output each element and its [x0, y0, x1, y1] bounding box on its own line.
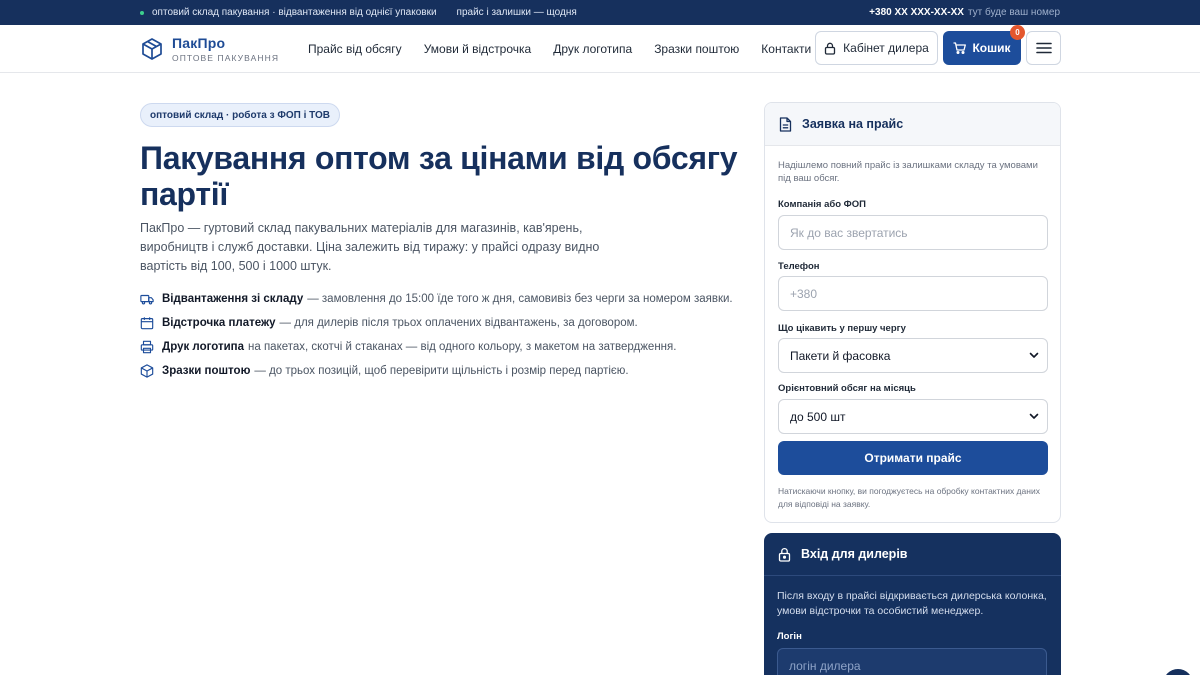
hero-badge: оптовий склад · робота з ФОП і ТОВ [140, 103, 341, 127]
dealer-login-title: Вхід для дилерів [801, 547, 908, 561]
feature-shipping: Відвантаження зі складу — замовлення до … [140, 287, 740, 311]
brand-tagline: ОПТОВЕ ПАКУВАННЯ [172, 53, 280, 63]
nav-samples[interactable]: Зразки поштою [654, 42, 739, 56]
price-request-card: Заявка на прайс Надішлемо повний прайс і… [764, 102, 1061, 523]
status-dot-icon [140, 10, 144, 15]
document-icon [779, 116, 792, 132]
lock-icon [825, 42, 836, 55]
top-info-left: оптовий склад пакування · відвантаження … [140, 0, 577, 25]
lock-icon [778, 547, 791, 562]
price-request-note: Надішлемо повний прайс із залишками скла… [778, 160, 1038, 184]
calendar-icon [140, 317, 154, 330]
feature-text: — замовлення до 15:00 їде того ж дня, са… [307, 293, 733, 305]
dealer-login-card: Вхід для дилерів Після входу в прайсі ві… [764, 533, 1061, 675]
company-placeholder: Як до вас звертатись [790, 225, 908, 240]
nav-price[interactable]: Прайс від обсягу [308, 42, 402, 56]
interest-label: Що цікавить у першу чергу [778, 323, 906, 334]
top-info-stock: прайс і залишки — щодня [456, 7, 577, 18]
consent-note: Натискаючи кнопку, ви погоджуєтесь на об… [778, 486, 1040, 509]
volume-select[interactable]: до 500 шт [778, 399, 1048, 434]
nav-contacts[interactable]: Контакти [761, 42, 811, 56]
price-request-title: Заявка на прайс [802, 117, 904, 131]
feature-title: Зразки поштою [162, 365, 251, 377]
company-label: Компанія або ФОП [778, 199, 867, 210]
chevron-down-icon [1029, 413, 1039, 419]
cart-count-badge: 0 [1010, 25, 1025, 40]
cart-icon [953, 42, 967, 54]
truck-icon [140, 294, 154, 305]
site-header: ПакПро ОПТОВЕ ПАКУВАННЯ Прайс від обсягу… [0, 25, 1200, 73]
feature-text: — для дилерів після трьох оплачених відв… [279, 317, 638, 329]
phone-placeholder: +380 [790, 286, 818, 301]
volume-label: Орієнтовний обсяг на місяць [778, 383, 916, 394]
top-info-bar: оптовий склад пакування · відвантаження … [0, 0, 1200, 25]
top-info-text: оптовий склад пакування · відвантаження … [152, 7, 437, 18]
feature-title: Друк логотипа [162, 341, 245, 353]
feature-title: Відстрочка платежу [162, 317, 276, 329]
cart-button[interactable]: Кошик 0 [943, 25, 1025, 65]
cube-icon [140, 364, 154, 378]
phone-number[interactable]: +380 XX XXX-XX-XX [869, 7, 964, 18]
feature-text: на пакетах, скотчі й стаканах — від одно… [248, 341, 677, 353]
feature-logo-print: Друк логотипа на пакетах, скотчі й стака… [140, 335, 740, 359]
floating-chat-button[interactable] [1163, 669, 1193, 675]
price-request-header: Заявка на прайс [765, 103, 1060, 146]
top-contact: +380 XX XXX-XX-XX тут буде ваш номер [869, 0, 1060, 25]
login-label: Логін [777, 631, 802, 642]
phone-input[interactable]: +380 [778, 276, 1048, 311]
nav-logo-print[interactable]: Друк логотипа [553, 42, 632, 56]
hero-intro: ПакПро — гуртовий склад пакувальних мате… [140, 221, 600, 273]
interest-value: Пакети й фасовка [790, 348, 891, 363]
feature-list: Відвантаження зі складу — замовлення до … [140, 287, 740, 383]
feature-title: Відвантаження зі складу [162, 293, 304, 305]
chevron-down-icon [1029, 352, 1039, 358]
page-title: Пакування оптом за цінами від обсягу пар… [140, 140, 738, 212]
dealer-cabinet-label: Кабінет дилера [843, 41, 929, 55]
menu-button[interactable] [1026, 31, 1061, 65]
phone-note: тут буде ваш номер [967, 7, 1060, 18]
brand-logo[interactable]: ПакПро ОПТОВЕ ПАКУВАННЯ [140, 35, 279, 63]
cart-label: Кошик [972, 41, 1011, 55]
login-placeholder: логін дилера [789, 658, 861, 673]
feature-deferral: Відстрочка платежу — для дилерів після т… [140, 311, 740, 335]
login-input[interactable]: логін дилера [777, 648, 1047, 675]
dealer-login-header: Вхід для дилерів [764, 533, 1061, 576]
phone-label: Телефон [778, 261, 820, 272]
hamburger-icon [1035, 42, 1052, 54]
volume-value: до 500 шт [790, 409, 846, 424]
feature-text: — до трьох позицій, щоб перевірити щільн… [254, 365, 629, 377]
dealer-cabinet-button[interactable]: Кабінет дилера [815, 31, 938, 65]
company-input[interactable]: Як до вас звертатись [778, 215, 1048, 250]
box-logo-icon [142, 38, 162, 60]
dealer-login-note: Після входу в прайсі відкривається дилер… [777, 590, 1047, 617]
interest-select[interactable]: Пакети й фасовка [778, 338, 1048, 373]
nav-terms[interactable]: Умови й відстрочка [424, 42, 532, 56]
get-price-button[interactable]: Отримати прайс [778, 441, 1048, 475]
feature-samples: Зразки поштою — до трьох позицій, щоб пе… [140, 359, 740, 383]
main-nav: Прайс від обсягу Умови й відстрочка Друк… [308, 25, 811, 73]
printer-icon [140, 340, 154, 354]
brand-name: ПакПро [172, 35, 226, 51]
